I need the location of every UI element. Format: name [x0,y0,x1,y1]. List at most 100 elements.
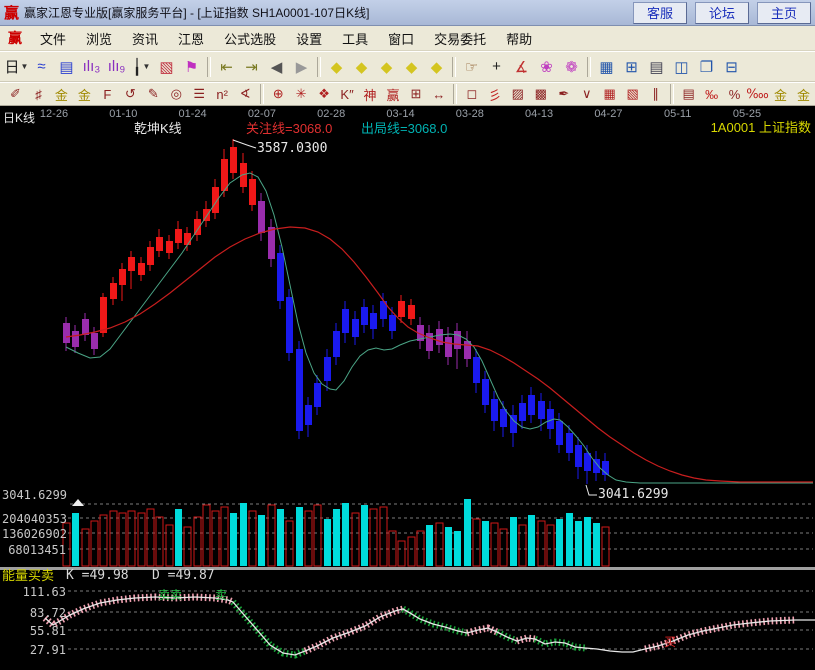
calculator-icon[interactable]: ⊞ [619,55,644,79]
app-logo-icon: 赢 [4,2,19,23]
target-circle-tool[interactable]: ⊕ [267,84,290,104]
title-bar: 赢 赢家江恩专业版[赢家服务平台] - [上证指数 SH1A0001-107日K… [0,0,815,26]
next-page-button[interactable]: ▶ [289,55,314,79]
volume-axis-label: 136026902 [2,527,66,541]
info-panel-icon[interactable]: ▤ [54,55,79,79]
spider-web-tool[interactable]: ✳ [290,84,313,104]
volume-bar [305,511,312,566]
percent-wave-tool[interactable]: ‰ [700,84,723,104]
menu-item-2[interactable]: 浏览 [76,29,122,48]
comb-grid-tool[interactable]: ☰ [188,84,211,104]
scroll-right-diamond-button[interactable]: ◆ [349,55,374,79]
kline-canvas[interactable] [0,106,815,670]
spiral-tool[interactable]: ↺ [119,84,142,104]
menu-item-6[interactable]: 设置 [286,29,332,48]
kline-style-button[interactable]: 日▼ [4,55,29,79]
crosshair-tool[interactable]: + [484,55,509,79]
titlebar-button-1[interactable]: 客服 [633,2,687,24]
time-cycle-tool[interactable]: ◎ [165,84,188,104]
volume-bar [500,529,507,566]
candle-body [370,313,377,329]
draw-knife-tool[interactable]: ✐ [4,84,27,104]
ying-grid-tool[interactable]: 赢 [382,84,405,104]
expand-horizontal-diamond-button[interactable]: ◆ [374,55,399,79]
hand-pan-tool[interactable]: ☞ [459,55,484,79]
volume-bar [119,513,126,566]
menu-item-1[interactable]: 文件 [30,29,76,48]
ray-fan-tool[interactable]: 彡 [483,84,506,104]
diagonal-grid-tool[interactable]: ▩ [529,84,552,104]
kd-line [45,597,815,655]
date-tick: 04-27 [586,108,630,120]
gold-ratio-tool[interactable]: 金 [50,84,73,104]
candle-body [212,187,219,213]
dropdown-caret-icon: ▼ [21,62,29,71]
color-filter-icon[interactable]: ⚑ [179,55,204,79]
gold-circle-tool[interactable]: 金 [769,84,792,104]
menu-item-9[interactable]: 交易委托 [424,29,496,48]
print-icon[interactable]: ⊟ [719,55,744,79]
prev-page-button[interactable]: ◀ [264,55,289,79]
gold-section-tool[interactable]: 金 [792,84,815,104]
scroll-left-diamond-button[interactable]: ◆ [324,55,349,79]
save-icon[interactable]: ◫ [669,55,694,79]
trend-wave-icon[interactable]: ≈ [29,55,54,79]
menu-item-10[interactable]: 帮助 [496,29,542,48]
marker-tool[interactable]: ✎ [142,84,165,104]
k-quote-tool[interactable]: K″ [336,84,359,104]
width-measure-tool[interactable]: ↔ [427,84,450,104]
web-grid-tool[interactable]: ❖ [313,84,336,104]
fan-box-tool[interactable]: ▨ [506,84,529,104]
minute-9-chart-icon[interactable]: ılı₉ [104,55,129,79]
candle-body [230,147,237,173]
first-page-button[interactable]: ⇤ [214,55,239,79]
menu-item-5[interactable]: 公式选股 [214,29,286,48]
titlebar-button-2[interactable]: 论坛 [695,2,749,24]
candle-width-button[interactable]: ╽▼ [129,55,154,79]
n-square-tool[interactable]: n² [211,84,234,104]
symbol-label: 1A0001 上证指数 [711,121,811,134]
candle-body [305,405,312,425]
kline-pattern-icon[interactable]: ▧ [154,55,179,79]
grid-ruler-tool[interactable]: ♯ [27,84,50,104]
calendar-icon[interactable]: ▦ [594,55,619,79]
notes-icon[interactable]: ▤ [644,55,669,79]
number-grid-tool[interactable]: ⊞ [404,84,427,104]
fibonacci-tool[interactable]: F [96,84,119,104]
compress-diamond-button[interactable]: ◆ [399,55,424,79]
percent-tool[interactable]: % [723,84,746,104]
volume-bar [203,505,210,566]
volume-bar [473,519,480,566]
last-page-button[interactable]: ⇥ [239,55,264,79]
parallel-lines-tool[interactable]: ∥ [644,84,667,104]
trend-pen-tool[interactable]: ✒ [552,84,575,104]
gann-flower-tool[interactable]: ❀ [534,55,559,79]
export-chart-icon[interactable]: ❐ [694,55,719,79]
menu-item-3[interactable]: 资讯 [122,29,168,48]
measure-list-tool[interactable]: ▤ [677,84,700,104]
menu-item-7[interactable]: 工具 [332,29,378,48]
restore-diamond-button[interactable]: ◆ [424,55,449,79]
menu-item-4[interactable]: 江恩 [168,29,214,48]
check-line-tool[interactable]: ∨ [575,84,598,104]
volume-bar [547,525,554,566]
candle-body [110,283,117,299]
red-block-grid-tool[interactable]: ▧ [621,84,644,104]
angle-measure-tool[interactable]: ∡ [509,55,534,79]
candle-body [184,233,191,245]
minute-3-chart-icon[interactable]: ılı₃ [79,55,104,79]
kd-ribbon-segment [233,602,305,655]
red-grid-tool[interactable]: ▦ [598,84,621,104]
candle-body [82,319,89,335]
box-frame-tool[interactable]: ◻ [460,84,483,104]
chart-area[interactable]: 12-2601-1001-2402-0702-2803-1403-2804-13… [0,106,815,670]
gold-grid-tool[interactable]: 金 [73,84,96,104]
percent-line-tool[interactable]: ‱ [746,84,769,104]
titlebar-button-3[interactable]: 主页 [757,2,811,24]
shen-grid-tool[interactable]: 神 [359,84,382,104]
volume-bar [277,509,284,566]
angle-line-tool[interactable]: ∢ [234,84,257,104]
wave-brain-tool[interactable]: ❁ [559,55,584,79]
menu-item-8[interactable]: 窗口 [378,29,424,48]
attention-line-label: 关注线=3068.0 [246,122,332,135]
